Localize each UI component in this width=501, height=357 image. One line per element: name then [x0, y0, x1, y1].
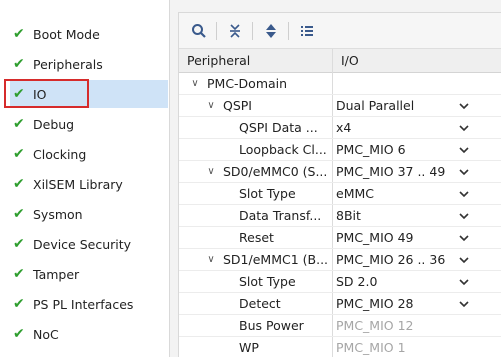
grid-header: Peripheral I/O: [179, 49, 501, 73]
row-label: QSPI: [223, 98, 252, 113]
tree-row-detect[interactable]: Detect PMC_MIO 28: [179, 293, 501, 315]
row-label: Detect: [239, 296, 281, 311]
chevron-down-icon[interactable]: ∨: [203, 249, 219, 270]
row-label: Slot Type: [239, 274, 296, 289]
nav-item-label: NoC: [33, 326, 59, 342]
toolbar-separator: [252, 22, 253, 40]
tree-row-reset[interactable]: Reset PMC_MIO 49: [179, 227, 501, 249]
expand-all-icon[interactable]: [259, 19, 283, 43]
chevron-down-icon[interactable]: ∨: [203, 95, 219, 116]
checkmark-icon: ✔: [13, 296, 25, 312]
toolbar: [179, 13, 501, 49]
tree-row-qspi-data[interactable]: QSPI Data ... x4: [179, 117, 501, 139]
toolbar-separator: [216, 22, 217, 40]
row-label: Reset: [239, 230, 274, 245]
nav-item-peripherals[interactable]: ✔ Peripherals: [10, 50, 168, 78]
tree-row-pmc-domain[interactable]: ∨ PMC-Domain: [179, 73, 501, 95]
tree-row-qspi[interactable]: ∨ QSPI Dual Parallel: [179, 95, 501, 117]
nav-item-device-security[interactable]: ✔ Device Security: [10, 230, 168, 258]
chevron-down-icon[interactable]: [457, 293, 471, 314]
chevron-down-icon[interactable]: [457, 183, 471, 204]
chevron-down-icon[interactable]: [457, 161, 471, 182]
nav-item-label: Sysmon: [33, 206, 83, 222]
checkmark-icon: ✔: [13, 26, 25, 42]
tree-row-loopback-clk[interactable]: Loopback Cl... PMC_MIO 6: [179, 139, 501, 161]
nav-item-label: XilSEM Library: [33, 176, 123, 192]
nav-item-debug[interactable]: ✔ Debug: [10, 110, 168, 138]
chevron-down-icon[interactable]: [457, 139, 471, 160]
chevron-down-icon[interactable]: [457, 95, 471, 116]
row-label: PMC-Domain: [207, 76, 288, 91]
nav-item-clocking[interactable]: ✔ Clocking: [10, 140, 168, 168]
row-value[interactable]: PMC_MIO 6: [336, 139, 470, 160]
list-view-icon[interactable]: [295, 19, 319, 43]
checkmark-icon: ✔: [13, 236, 25, 252]
row-value: PMC_MIO 12: [336, 318, 414, 333]
chevron-down-icon[interactable]: [457, 205, 471, 226]
chevron-down-icon[interactable]: [457, 117, 471, 138]
navigation-sidebar: ✔ Boot Mode ✔ Peripherals ✔ IO ✔ Debug ✔…: [0, 0, 170, 357]
row-value[interactable]: PMC_MIO 26 .. 36: [336, 249, 470, 270]
nav-item-ps-pl-interfaces[interactable]: ✔ PS PL Interfaces: [10, 290, 168, 318]
row-label: WP: [239, 340, 259, 355]
row-label: Data Transf...: [239, 208, 322, 223]
toolbar-separator: [288, 22, 289, 40]
row-label: SD0/eMMC0 (S...: [223, 164, 328, 179]
nav-item-label: IO: [33, 86, 47, 102]
row-label: Slot Type: [239, 186, 296, 201]
row-value[interactable]: PMC_MIO 37 .. 49: [336, 161, 470, 182]
nav-item-sysmon[interactable]: ✔ Sysmon: [10, 200, 168, 228]
column-header-io[interactable]: I/O: [337, 49, 497, 73]
checkmark-icon: ✔: [13, 326, 25, 342]
chevron-down-icon[interactable]: [457, 271, 471, 292]
nav-item-xilsem-library[interactable]: ✔ XilSEM Library: [10, 170, 168, 198]
nav-item-tamper[interactable]: ✔ Tamper: [10, 260, 168, 288]
row-value[interactable]: PMC_MIO 28: [336, 293, 470, 314]
nav-item-boot-mode[interactable]: ✔ Boot Mode: [10, 20, 168, 48]
column-header-peripheral[interactable]: Peripheral: [183, 49, 333, 73]
tree-row-data-transfer[interactable]: Data Transf... 8Bit: [179, 205, 501, 227]
row-value[interactable]: Dual Parallel: [336, 95, 470, 116]
row-label: Bus Power: [239, 318, 304, 333]
tree-row-sd1-emmc1[interactable]: ∨ SD1/eMMC1 (B... PMC_MIO 26 .. 36: [179, 249, 501, 271]
checkmark-icon: ✔: [13, 146, 25, 162]
tree-row-bus-power: Bus Power PMC_MIO 12: [179, 315, 501, 337]
tree-row-slot-type[interactable]: Slot Type eMMC: [179, 183, 501, 205]
row-label: Loopback Cl...: [239, 142, 327, 157]
row-value[interactable]: 8Bit: [336, 205, 470, 226]
nav-item-io[interactable]: ✔ IO: [10, 80, 168, 108]
tree-row-wp: WP PMC_MIO 1: [179, 337, 501, 357]
row-value[interactable]: PMC_MIO 49: [336, 227, 470, 248]
collapse-all-icon[interactable]: [223, 19, 247, 43]
checkmark-icon: ✔: [13, 56, 25, 72]
search-icon[interactable]: [187, 19, 211, 43]
checkmark-icon: ✔: [13, 86, 25, 102]
tree-row-slot-type[interactable]: Slot Type SD 2.0: [179, 271, 501, 293]
checkmark-icon: ✔: [13, 206, 25, 222]
nav-item-label: Device Security: [33, 236, 132, 252]
nav-item-label: Boot Mode: [33, 26, 100, 42]
nav-item-label: PS PL Interfaces: [33, 296, 134, 312]
row-value[interactable]: SD 2.0: [336, 271, 470, 292]
nav-item-label: Debug: [33, 116, 75, 132]
row-value[interactable]: x4: [336, 117, 470, 138]
nav-item-label: Tamper: [33, 266, 80, 282]
chevron-down-icon[interactable]: ∨: [203, 161, 219, 182]
chevron-down-icon[interactable]: ∨: [187, 73, 203, 94]
checkmark-icon: ✔: [13, 266, 25, 282]
row-label: SD1/eMMC1 (B...: [223, 252, 329, 267]
tree-row-sd0-emmc0[interactable]: ∨ SD0/eMMC0 (S... PMC_MIO 37 .. 49: [179, 161, 501, 183]
checkmark-icon: ✔: [13, 116, 25, 132]
chevron-down-icon[interactable]: [457, 227, 471, 248]
nav-item-label: Clocking: [33, 146, 87, 162]
chevron-down-icon[interactable]: [457, 249, 471, 270]
io-configuration-panel: Peripheral I/O ∨ PMC-Domain ∨ QSPI Dual …: [178, 12, 501, 357]
nav-item-label: Peripherals: [33, 56, 103, 72]
checkmark-icon: ✔: [13, 176, 25, 192]
row-label: QSPI Data ...: [239, 120, 318, 135]
row-value: PMC_MIO 1: [336, 340, 406, 355]
row-value[interactable]: eMMC: [336, 183, 470, 204]
nav-item-noc[interactable]: ✔ NoC: [10, 320, 168, 348]
